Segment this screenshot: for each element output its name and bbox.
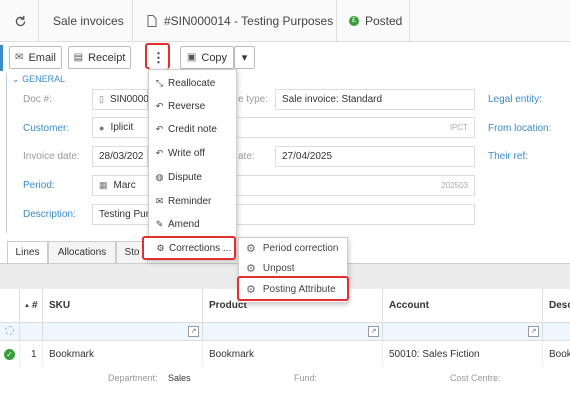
breadcrumb-sale-invoices[interactable]: Sale invoices <box>53 0 124 42</box>
department-label: Department: <box>108 373 158 383</box>
column-header-account[interactable]: Account <box>383 289 543 323</box>
gear-icon: ⚙ <box>156 242 165 253</box>
table-cell-number[interactable]: 1 <box>20 341 43 367</box>
expand-icon[interactable]: ↗ <box>528 326 539 337</box>
reminder-icon: ✉ <box>155 195 164 206</box>
period-label[interactable]: Period: <box>23 180 55 191</box>
filter-row-indicator <box>0 323 20 341</box>
row-status[interactable]: ✓ <box>0 341 20 367</box>
status-badge: £ Posted <box>349 0 402 42</box>
expand-icon[interactable]: ↗ <box>188 326 199 337</box>
column-header-description[interactable]: Desc <box>543 289 570 323</box>
due-date-label: ate: <box>238 151 255 162</box>
type-label: e type: <box>238 94 269 105</box>
customer-label[interactable]: Customer: <box>23 123 69 134</box>
filter-description[interactable] <box>543 323 570 341</box>
type-field[interactable]: Sale invoice: Standard <box>275 89 475 110</box>
reallocate-icon: ⤡ <box>155 77 164 88</box>
invoice-date-field[interactable]: 28/03/202 <box>92 146 148 167</box>
menu-item-write-off[interactable]: ↶ Write off <box>154 142 236 164</box>
menu-item-reverse[interactable]: ↶ Reverse <box>154 95 236 117</box>
email-button[interactable]: ✉ Email <box>9 46 62 69</box>
table-cell-account[interactable]: 50010: Sales Fiction <box>383 341 543 367</box>
user-icon: ● <box>99 122 105 133</box>
cost-centre-label: Cost Centre: <box>450 373 501 383</box>
dispute-icon: ◍ <box>155 171 164 182</box>
copy-icon: ▣ <box>186 52 197 63</box>
more-actions-button[interactable]: ⋮ <box>149 46 168 69</box>
table-cell-product[interactable]: Bookmark <box>203 341 383 367</box>
reverse-icon: ↶ <box>155 100 164 111</box>
filter-sku[interactable]: ↗ <box>43 323 203 341</box>
filter-number[interactable] <box>20 323 43 341</box>
menu-item-reallocate[interactable]: ⤡ Reallocate <box>154 72 236 94</box>
row-select-header[interactable] <box>0 289 20 323</box>
fund-label: Fund: <box>294 373 318 383</box>
menu-item-corrections[interactable]: ⚙ Corrections ... <box>155 237 237 259</box>
menu-item-amend[interactable]: ✎ Amend <box>154 213 236 235</box>
section-header-general[interactable]: ⌄ GENERAL <box>12 74 65 85</box>
expand-icon[interactable]: ↗ <box>368 326 379 337</box>
section-border <box>6 73 10 233</box>
envelope-icon: ✉ <box>15 52 24 63</box>
department-value: Sales <box>168 373 191 383</box>
table-cell-description[interactable]: Book <box>543 341 570 367</box>
column-header-number[interactable]: ▲ # <box>20 289 43 323</box>
submenu-item-period-correction[interactable]: ⚙ Period correction <box>246 238 338 258</box>
amend-icon: ✎ <box>155 218 164 229</box>
due-date-field[interactable]: 27/04/2025 <box>275 146 475 167</box>
tab-allocations[interactable]: Allocations <box>48 241 116 263</box>
receipt-button[interactable]: ▤ Receipt <box>68 46 131 69</box>
from-location-label[interactable]: From location: <box>488 123 551 134</box>
toolbar-accent <box>0 45 3 71</box>
breadcrumb-document[interactable]: #SIN000014 - Testing Purposes <box>146 0 333 42</box>
menu-item-dispute[interactable]: ◍ Dispute <box>154 166 236 188</box>
submenu-item-posting-attribute[interactable]: ⚙ Posting Attribute <box>246 279 336 299</box>
legal-entity-label[interactable]: Legal entity: <box>488 94 542 105</box>
copy-button[interactable]: ▣ Copy <box>180 46 234 69</box>
document-icon: ▯ <box>99 94 104 104</box>
copy-dropdown-button[interactable]: ▾ <box>234 46 255 69</box>
doc-no-field[interactable]: ▯ SIN0000 <box>92 89 149 110</box>
their-ref-label[interactable]: Their ref: <box>488 151 528 162</box>
invoice-date-label: Invoice date: <box>23 151 80 162</box>
write-off-icon: ↶ <box>155 147 164 158</box>
filter-product[interactable]: ↗ <box>203 323 383 341</box>
check-circle-icon: ✓ <box>4 348 15 360</box>
chevron-down-icon: ⌄ <box>12 74 20 84</box>
gear-icon: ⚙ <box>246 283 256 296</box>
description-label[interactable]: Description: <box>23 209 76 220</box>
posted-status-icon: £ <box>349 16 359 26</box>
column-header-sku[interactable]: SKU <box>43 289 203 323</box>
doc-no-label: Doc #: <box>23 94 52 105</box>
credit-note-icon: ↶ <box>155 123 164 134</box>
gear-icon: ⚙ <box>246 262 256 275</box>
calendar-icon: ▦ <box>99 180 108 190</box>
submenu-item-unpost[interactable]: ⚙ Unpost <box>246 258 295 278</box>
menu-item-credit-note[interactable]: ↶ Credit note <box>154 118 236 140</box>
menu-item-reminder[interactable]: ✉ Reminder <box>154 190 236 212</box>
gear-icon: ⚙ <box>246 242 256 255</box>
receipt-icon: ▤ <box>73 52 84 63</box>
table-cell-sku[interactable]: Bookmark <box>43 341 203 367</box>
refresh-icon[interactable] <box>14 0 30 42</box>
filter-account[interactable]: ↗ <box>383 323 543 341</box>
tab-lines[interactable]: Lines <box>7 241 48 263</box>
document-icon <box>146 15 158 27</box>
